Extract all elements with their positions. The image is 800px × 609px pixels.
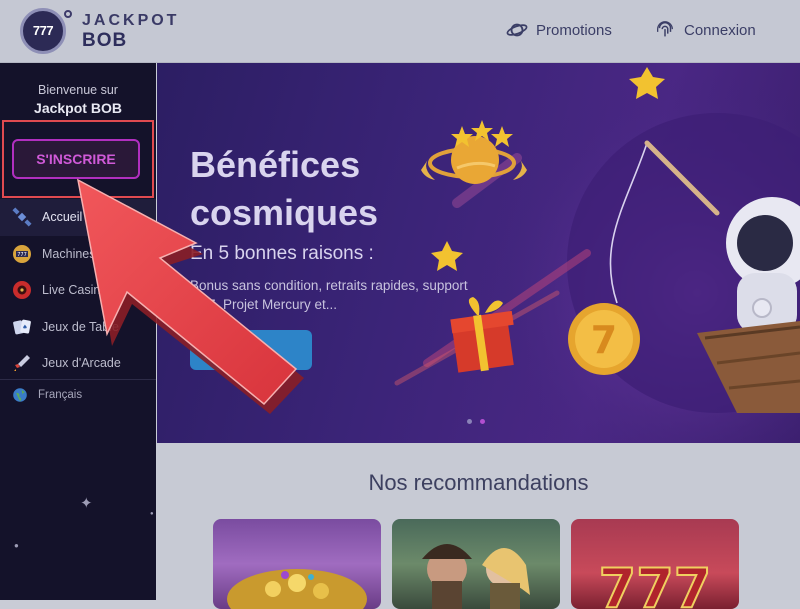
sidebar-item-live-casino[interactable]: Live Casino <box>0 272 156 309</box>
globe-icon <box>13 388 27 402</box>
logo-text-bob: BOB <box>82 30 128 51</box>
language-label: Français <box>38 389 83 401</box>
game-card-treasure[interactable] <box>213 519 381 609</box>
logo-text-jackpot: JACKPOT <box>82 12 180 29</box>
sparkle-icon: ● <box>150 511 154 517</box>
sidebar-item-machines[interactable]: 777 Machines <box>0 236 156 273</box>
logo-badge: 777 <box>20 8 66 54</box>
fingerprint-icon <box>657 21 673 37</box>
see-more-button[interactable]: VOIR + <box>190 330 312 370</box>
cards-icon: ♠ <box>13 319 31 335</box>
jackpot-bob-logo[interactable]: 777 JACKPOT BOB <box>20 6 200 56</box>
top-header: 777 JACKPOT BOB Promotions Connexion <box>0 0 800 63</box>
warriors-thumbnail <box>422 544 530 609</box>
logo-antenna-icon <box>64 10 72 18</box>
welcome-text: Bienvenue sur <box>38 83 118 97</box>
promotions-label: Promotions <box>536 21 612 39</box>
slot-machine-icon: 777 <box>13 244 31 263</box>
sidebar-divider <box>0 379 156 380</box>
satellite-icon <box>12 207 32 227</box>
signup-button[interactable]: S'INSCRIRE <box>12 139 140 179</box>
carousel-dot-2[interactable] <box>480 419 485 424</box>
treasure-thumbnail <box>227 569 367 609</box>
sparkle-icon: ● <box>14 541 19 550</box>
game-card-777[interactable]: 777 <box>571 519 739 609</box>
game-card-warriors[interactable] <box>392 519 560 609</box>
coin-number: 7 <box>591 318 617 362</box>
sidebar-item-label: Accueil <box>42 210 83 225</box>
slots-777-thumbnail: 777 <box>598 556 713 609</box>
sparkle-icon: ✦ <box>80 495 93 512</box>
carousel-dots <box>467 419 485 424</box>
svg-text:777: 777 <box>17 252 27 258</box>
login-label: Connexion <box>684 21 756 39</box>
welcome-brand: Jackpot BOB <box>34 100 122 116</box>
promotions-link[interactable]: Promotions <box>506 16 612 44</box>
planet-icon <box>506 23 528 37</box>
svg-text:♠: ♠ <box>22 324 27 331</box>
hero-title: Bénéfices cosmiques <box>190 144 379 233</box>
recommendations-title: Nos recommandations <box>368 470 589 495</box>
login-link[interactable]: Connexion <box>654 16 756 44</box>
sidebar-item-label: Live Casino <box>42 283 108 298</box>
hero-description: Bonus sans condition, retraits rapides, … <box>190 278 468 312</box>
sidebar-item-table-games[interactable]: ♠ Jeux de Table <box>0 309 156 346</box>
rocket-icon <box>14 355 30 372</box>
language-selector[interactable]: Français <box>12 387 82 403</box>
sidebar-item-label: Machines <box>42 246 96 261</box>
sidebar: Bienvenue sur Jackpot BOB S'INSCRIRE Acc… <box>0 63 156 600</box>
sidebar-item-accueil[interactable]: Accueil <box>0 199 156 236</box>
sidebar-item-label: Jeux de Table <box>42 319 119 334</box>
recommendations-section: Nos recommandations 777 <box>157 443 800 609</box>
carousel-dot-1[interactable] <box>467 419 472 424</box>
roulette-icon <box>13 281 31 300</box>
svg-text:777: 777 <box>599 557 712 609</box>
hero-banner[interactable]: 7 Bénéfices cosmiques En 5 bonnes raison… <box>157 63 800 443</box>
sidebar-item-arcade[interactable]: Jeux d'Arcade <box>0 345 156 382</box>
hero-subtitle: En 5 bonnes raisons : <box>190 243 374 264</box>
sidebar-item-label: Jeux d'Arcade <box>42 356 121 371</box>
sidebar-menu: Accueil 777 Machines Live Casino ♠ Jeux … <box>0 199 156 382</box>
